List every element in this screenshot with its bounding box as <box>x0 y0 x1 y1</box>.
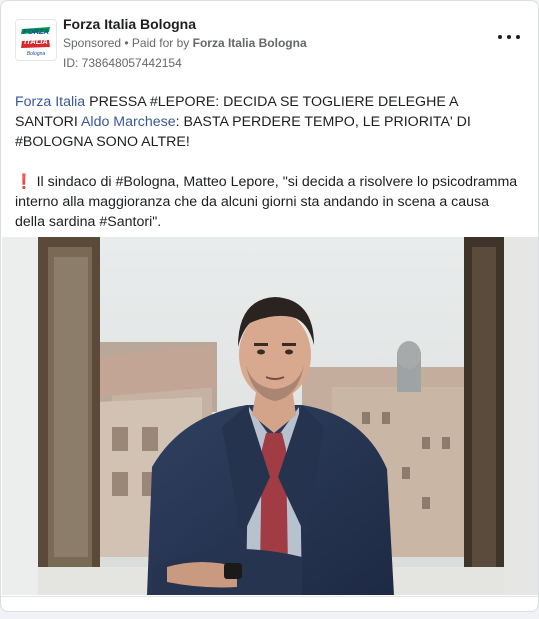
sponsor-line: Sponsored • Paid for by Forza Italia Bol… <box>63 36 307 50</box>
ad-id: ID: 738648057442154 <box>63 56 182 70</box>
forza-italia-logo-icon: FORZA ITALIA Bologna <box>16 20 56 60</box>
paid-for-prefix: Paid for by <box>131 36 193 50</box>
sponsored-label: Sponsored <box>63 36 122 50</box>
bullet-separator: • <box>121 36 132 50</box>
more-options-button[interactable] <box>498 31 520 43</box>
logo-text-italia: ITALIA <box>24 37 48 46</box>
logo-text-bologna: Bologna <box>27 51 46 57</box>
mention-forza-italia[interactable]: Forza Italia <box>15 94 85 110</box>
page-avatar[interactable]: FORZA ITALIA Bologna <box>15 19 57 61</box>
ad-card: FORZA ITALIA Bologna Forza Italia Bologn… <box>0 0 539 612</box>
ad-photo[interactable] <box>2 237 538 595</box>
card-divider <box>1 596 538 597</box>
post-text-para2: Il sindaco di #Bologna, Matteo Lepore, "… <box>15 174 518 230</box>
logo-text-forza: FORZA <box>23 27 49 36</box>
post-paragraph-2: ❗ Il sindaco di #Bologna, Matteo Lepore,… <box>15 172 522 232</box>
politician-photo <box>2 237 538 595</box>
ad-header: FORZA ITALIA Bologna Forza Italia Bologn… <box>15 15 524 75</box>
exclamation-icon: ❗ <box>15 174 33 190</box>
paid-for-name: Forza Italia Bologna <box>192 36 307 50</box>
more-horizontal-icon <box>498 35 502 39</box>
mention-aldo-marchese[interactable]: Aldo Marchese <box>81 114 176 130</box>
page-name[interactable]: Forza Italia Bologna <box>63 16 196 32</box>
post-text: Forza Italia PRESSA #LEPORE: DECIDA SE T… <box>15 92 522 252</box>
post-paragraph-1: Forza Italia PRESSA #LEPORE: DECIDA SE T… <box>15 92 522 152</box>
